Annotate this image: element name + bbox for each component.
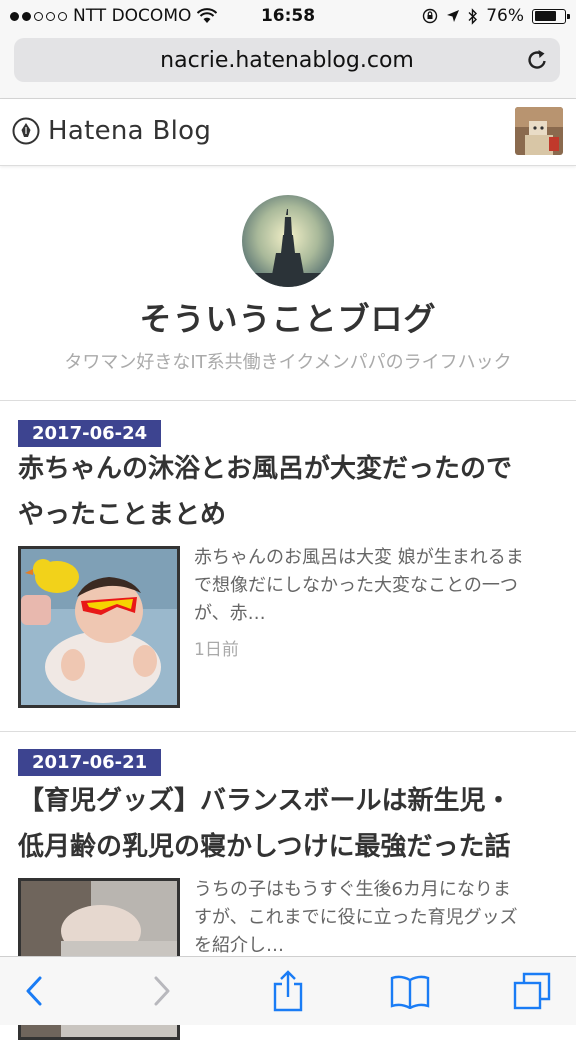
entry-summary: 赤ちゃんのお風呂は大変 娘が生まれるま で想像だにしなかった大変なことの一つ が… bbox=[194, 544, 562, 628]
entry-date: 2017-06-24 bbox=[18, 420, 162, 447]
blog-description: タワマン好きなIT系共働きイクメンパパのライフハック bbox=[64, 352, 512, 373]
chevron-left-icon bbox=[26, 976, 42, 1006]
tabs-button[interactable] bbox=[510, 969, 554, 1013]
entry-title-line: やったことまとめ bbox=[18, 500, 227, 530]
book-icon bbox=[390, 975, 430, 1009]
entry-summary-line: うちの子はもうすぐ生後6カ月になりま bbox=[194, 879, 511, 900]
entry-date: 2017-06-21 bbox=[18, 749, 162, 776]
entry-summary: うちの子はもうすぐ生後6カ月になりま すが、これまでに役に立った育児グッズ を紹… bbox=[194, 876, 562, 960]
entry-title[interactable]: 【育児グッズ】バランスボールは新生児・ 低月齢の乳児の寝かしつけに最強だった話 bbox=[18, 778, 563, 870]
url-text: nacrie.hatenablog.com bbox=[160, 48, 414, 73]
reload-icon[interactable] bbox=[524, 47, 550, 73]
entry-title[interactable]: 赤ちゃんの沐浴とお風呂が大変だったので やったことまとめ bbox=[18, 446, 563, 538]
browser-toolbar bbox=[0, 956, 576, 1025]
battery-percentage: 76% bbox=[486, 6, 524, 26]
entry-summary-line: が、赤… bbox=[194, 603, 266, 624]
entry-summary-line: 赤ちゃんのお風呂は大変 娘が生まれるま bbox=[194, 547, 524, 568]
entry-title-line: 【育児グッズ】バランスボールは新生児・ bbox=[18, 786, 512, 816]
entry-posted-ago: 1日前 bbox=[194, 640, 239, 660]
entry-title-line: 低月齢の乳児の寝かしつけに最強だった話 bbox=[18, 832, 511, 862]
hatena-header: Hatena Blog bbox=[0, 99, 576, 166]
user-avatar[interactable] bbox=[515, 107, 563, 155]
bookmarks-button[interactable] bbox=[388, 969, 432, 1013]
forward-button[interactable] bbox=[140, 969, 184, 1013]
bluetooth-icon bbox=[468, 7, 478, 25]
status-bar: NTT DOCOMO 16:58 76% bbox=[0, 0, 576, 32]
browser-address-area: nacrie.hatenablog.com bbox=[0, 32, 576, 99]
location-icon bbox=[447, 10, 460, 22]
back-button[interactable] bbox=[12, 969, 56, 1013]
entry-title-line: 赤ちゃんの沐浴とお風呂が大変だったので bbox=[18, 454, 513, 484]
entry-thumbnail[interactable] bbox=[18, 546, 180, 708]
blog-title[interactable]: そういうことブログ bbox=[0, 294, 576, 340]
hatena-blog-logo[interactable]: Hatena Blog bbox=[12, 116, 211, 146]
blog-icon[interactable] bbox=[242, 195, 334, 287]
entry-summary-line: で想像だにしなかった大変なことの一つ bbox=[194, 575, 518, 596]
entry-item[interactable]: 2017-06-24 赤ちゃんの沐浴とお風呂が大変だったので やったことまとめ … bbox=[0, 401, 576, 732]
share-icon bbox=[273, 970, 303, 1012]
share-button[interactable] bbox=[266, 969, 310, 1013]
entry-item[interactable]: 2017-06-21 【育児グッズ】バランスボールは新生児・ 低月齢の乳児の寝か… bbox=[0, 732, 576, 1040]
chevron-right-icon bbox=[154, 976, 170, 1006]
hatena-logo-text: Hatena Blog bbox=[48, 116, 212, 146]
hatena-pen-icon bbox=[12, 117, 40, 145]
blog-header: そういうことブログ タワマン好きなIT系共働きイクメンパパのライフハック bbox=[0, 166, 576, 401]
entry-summary-line: すが、これまでに役に立った育児グッズ bbox=[194, 907, 518, 928]
battery-icon bbox=[532, 8, 570, 24]
tabs-icon bbox=[513, 972, 551, 1010]
orientation-lock-icon bbox=[423, 8, 438, 24]
address-bar[interactable]: nacrie.hatenablog.com bbox=[14, 38, 560, 82]
